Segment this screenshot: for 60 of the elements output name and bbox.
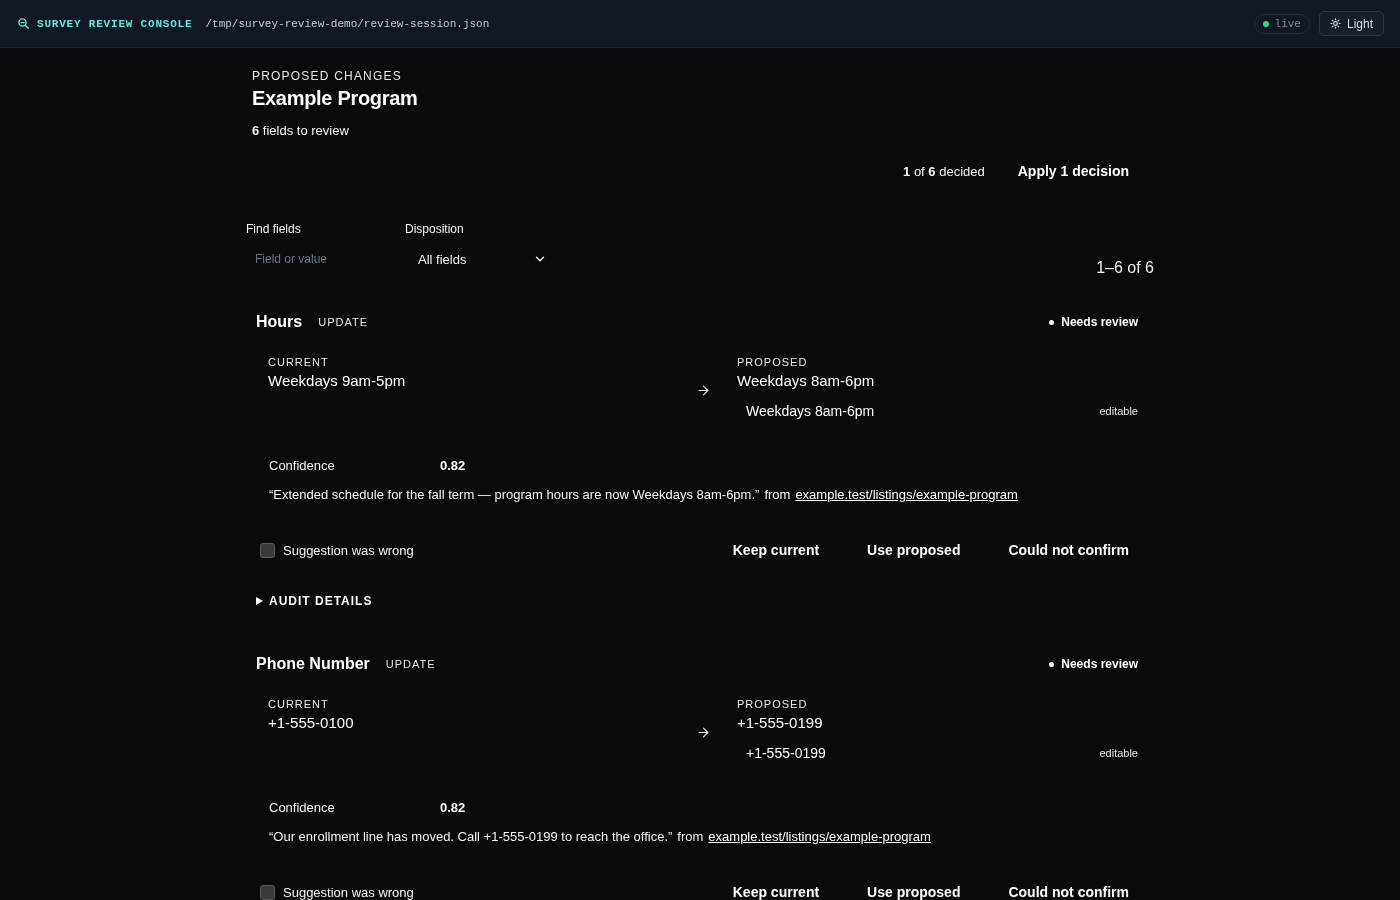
arrow-right-icon bbox=[695, 724, 711, 740]
sun-icon bbox=[1329, 18, 1341, 29]
file-path: /tmp/survey-review-demo/review-session.json bbox=[205, 17, 490, 30]
search-field[interactable]: Field or value bbox=[246, 245, 396, 273]
decision-button[interactable]: Keep current bbox=[723, 537, 829, 563]
evidence-quote: “Extended schedule for the fall term — program hours are now Weekdays 8am-6pm.” bbox=[269, 486, 760, 504]
editable-note: editable bbox=[1099, 747, 1138, 759]
current-label: CURRENT bbox=[268, 355, 330, 369]
confidence-label: Confidence bbox=[269, 799, 336, 817]
confidence-label: Confidence bbox=[269, 457, 336, 475]
status-dot-icon bbox=[1049, 661, 1055, 667]
proposed-value: Weekdays 8am-6pm bbox=[737, 371, 876, 391]
change-type: UPDATE bbox=[318, 316, 369, 328]
field-name: Phone Number bbox=[256, 655, 370, 673]
status-dot-icon bbox=[1262, 20, 1269, 27]
status-text: Needs review bbox=[1061, 315, 1138, 329]
decision-button[interactable]: Keep current bbox=[723, 879, 829, 900]
decision-button[interactable]: Could not confirm bbox=[999, 879, 1138, 900]
checkbox-label: Suggestion was wrong bbox=[283, 884, 414, 900]
editable-note: editable bbox=[1099, 405, 1138, 417]
checkbox-label: Suggestion was wrong bbox=[283, 542, 414, 558]
app-title: SURVEY REVIEW CONSOLE bbox=[37, 17, 193, 30]
change-type: UPDATE bbox=[385, 658, 436, 670]
status-dot-icon bbox=[1049, 319, 1055, 325]
current-value: Weekdays 9am-5pm bbox=[268, 371, 407, 391]
current-label: CURRENT bbox=[268, 697, 330, 711]
source-link[interactable]: example.test/listings/example-program bbox=[708, 828, 931, 846]
proposed-label: PROPOSED bbox=[737, 697, 809, 711]
source-link[interactable]: example.test/listings/example-program bbox=[795, 486, 1018, 504]
disposition-select[interactable]: All fields bbox=[405, 245, 551, 273]
proposed-value-field[interactable]: +1-555-0199 bbox=[737, 739, 1100, 767]
proposed-value-field[interactable]: Weekdays 8am-6pm bbox=[737, 397, 1100, 425]
evidence-quote: “Our enrollment line has moved. Call +1-555-0199 to reach the office.” bbox=[269, 828, 673, 846]
page-title: Example Program bbox=[252, 86, 419, 110]
source-prefix: from bbox=[677, 828, 704, 846]
theme-button[interactable]: Light bbox=[1318, 11, 1384, 36]
decision-button[interactable]: Use proposed bbox=[858, 879, 970, 900]
source-prefix: from bbox=[764, 486, 791, 504]
disposition-label: Disposition bbox=[405, 221, 465, 237]
current-value: +1-555-0100 bbox=[268, 713, 355, 733]
confidence-value: 0.82 bbox=[440, 799, 466, 817]
magnifier-icon bbox=[18, 18, 29, 29]
proposed-label: PROPOSED bbox=[737, 355, 809, 369]
decision-button[interactable]: Use proposed bbox=[858, 537, 970, 563]
apply-button[interactable]: Apply 1 decision bbox=[1016, 158, 1130, 184]
field-name: Hours bbox=[256, 313, 303, 331]
section-eyebrow: PROPOSED CHANGES bbox=[252, 68, 403, 84]
arrow-right-icon bbox=[695, 382, 711, 398]
proposed-value: +1-555-0199 bbox=[737, 713, 824, 733]
live-text: live bbox=[1274, 17, 1301, 30]
range-text: 1–6 of 6 bbox=[1096, 258, 1154, 278]
checkbox[interactable] bbox=[260, 884, 275, 900]
status-text: Needs review bbox=[1061, 657, 1138, 671]
checkbox[interactable] bbox=[260, 542, 275, 558]
decision-button[interactable]: Could not confirm bbox=[999, 537, 1138, 563]
progress-text: 1 of 6 decided bbox=[903, 163, 985, 179]
confidence-value: 0.82 bbox=[440, 457, 466, 475]
search-label: Find fields bbox=[246, 221, 302, 237]
fields-count: 6 fields to review bbox=[252, 123, 349, 138]
audit-details-toggle[interactable]: AUDIT DETAILS bbox=[256, 593, 373, 609]
